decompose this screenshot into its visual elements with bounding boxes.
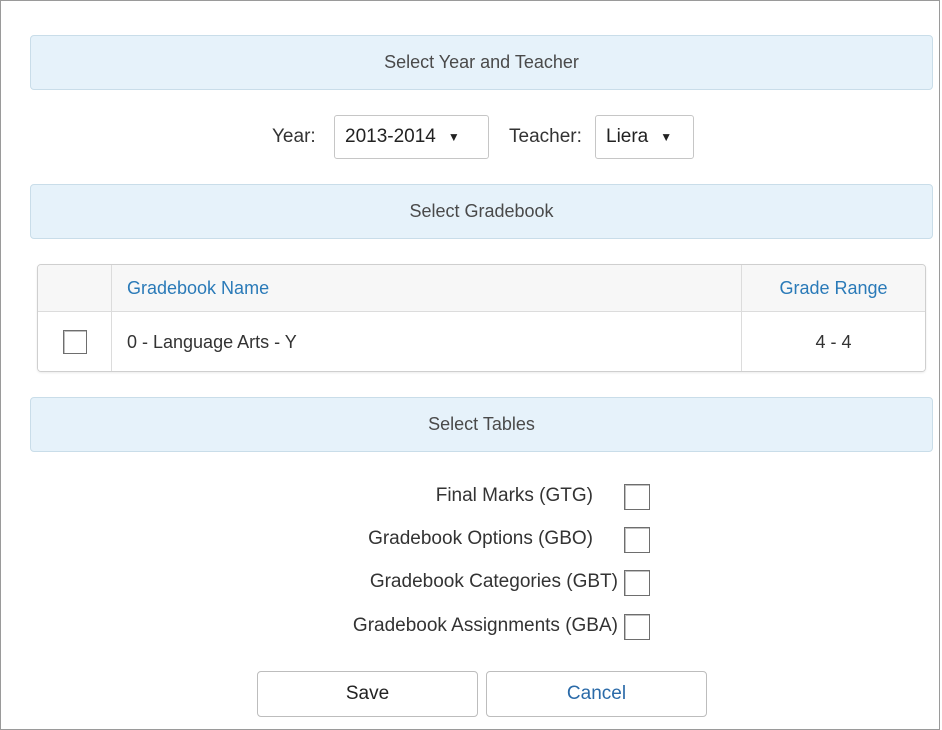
gradebook-row-checkbox[interactable] (62, 330, 87, 354)
year-teacher-header: Select Year and Teacher (30, 35, 933, 90)
teacher-select-value: Liera (606, 126, 649, 147)
teacher-label: Teacher: (509, 126, 582, 147)
cancel-button-label: Cancel (566, 683, 627, 704)
gradebook-categories-label: Gradebook Categories (GBT) (369, 571, 618, 592)
gradebook-name-text: 0 - Language Arts - Y (127, 331, 297, 352)
table-option-final-marks: Final Marks (GTG) (1, 482, 941, 510)
gradebook-export-form: Select Year and Teacher Year: 2013-2014 … (0, 0, 940, 730)
select-column-header (38, 265, 112, 311)
gradebook-options-label: Gradebook Options (GBO) (368, 528, 593, 549)
gradebook-name-cell: 0 - Language Arts - Y (112, 312, 742, 371)
year-label: Year: (272, 126, 316, 147)
caret-down-icon: ▼ (660, 130, 673, 144)
grade-range-cell: 4 - 4 (742, 312, 925, 371)
cancel-button[interactable]: Cancel (486, 671, 707, 717)
gradebook-name-header-text: Gradebook Name (127, 277, 270, 298)
final-marks-checkbox[interactable] (624, 484, 650, 510)
tables-header: Select Tables (30, 397, 933, 452)
gradebook-options-checkbox[interactable] (624, 527, 650, 553)
gradebook-assignments-checkbox[interactable] (624, 614, 650, 640)
table-option-gradebook-options: Gradebook Options (GBO) (1, 525, 941, 553)
year-select[interactable]: 2013-2014 ▼ (334, 115, 489, 159)
gradebook-assignments-label: Gradebook Assignments (GBA) (352, 615, 618, 636)
gradebook-header: Select Gradebook (30, 184, 933, 239)
table-row: 0 - Language Arts - Y 4 - 4 (38, 312, 925, 371)
table-header-row: Gradebook Name Grade Range (38, 265, 925, 312)
gradebook-categories-checkbox[interactable] (624, 570, 650, 596)
gradebook-header-text: Select Gradebook (409, 201, 554, 221)
grade-range-header-text: Grade Range (779, 277, 888, 298)
year-select-value: 2013-2014 (345, 126, 436, 147)
teacher-select[interactable]: Liera ▼ (595, 115, 694, 159)
gradebook-table: Gradebook Name Grade Range 0 - Language … (37, 264, 926, 372)
row-select-cell (38, 312, 112, 371)
table-option-gradebook-categories: Gradebook Categories (GBT) (1, 568, 941, 596)
year-teacher-header-text: Select Year and Teacher (384, 52, 579, 72)
save-button[interactable]: Save (257, 671, 478, 717)
grade-range-column-header[interactable]: Grade Range (742, 265, 925, 311)
save-button-label: Save (345, 683, 390, 704)
table-option-gradebook-assignments: Gradebook Assignments (GBA) (1, 612, 941, 640)
tables-header-text: Select Tables (428, 414, 535, 434)
final-marks-label: Final Marks (GTG) (435, 485, 593, 506)
grade-range-text: 4 - 4 (815, 331, 852, 352)
gradebook-name-column-header[interactable]: Gradebook Name (112, 265, 742, 311)
caret-down-icon: ▼ (447, 130, 460, 144)
